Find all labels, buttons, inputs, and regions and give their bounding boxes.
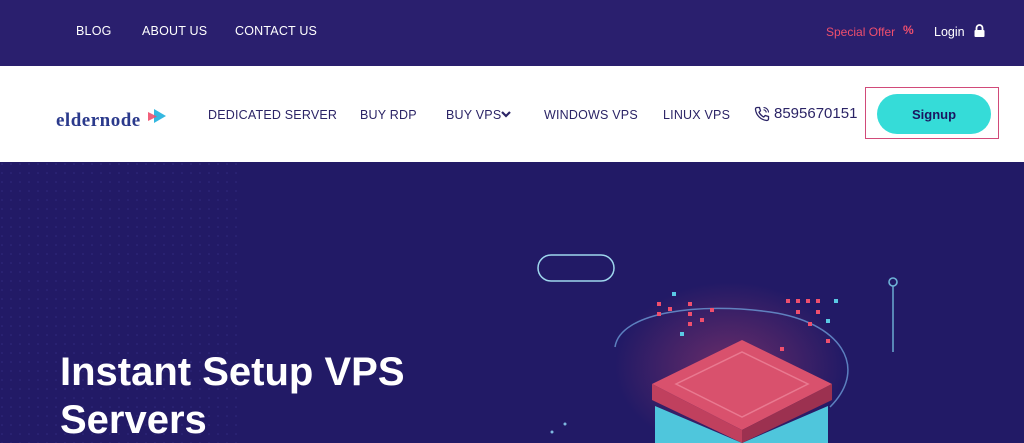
blog-link[interactable]: BLOG bbox=[76, 24, 112, 38]
lock-icon bbox=[974, 24, 985, 37]
percent-icon: % bbox=[903, 23, 914, 37]
nav-windows-vps[interactable]: WINDOWS VPS bbox=[544, 108, 638, 122]
hero-section: Instant Setup VPS Servers bbox=[0, 162, 1024, 443]
main-nav: eldernode DEDICATED SERVER BUY RDP BUY V… bbox=[0, 66, 1024, 162]
svg-text:eldernode: eldernode bbox=[56, 110, 141, 130]
login-link[interactable]: Login bbox=[934, 25, 965, 39]
phone-number[interactable]: 8595670151 bbox=[774, 105, 857, 122]
hero-title-line-2: Servers bbox=[60, 398, 207, 442]
nav-linux-vps[interactable]: LINUX VPS bbox=[663, 108, 730, 122]
nav-dedicated-server[interactable]: DEDICATED SERVER bbox=[208, 108, 337, 122]
nav-buy-vps[interactable]: BUY VPS bbox=[446, 108, 501, 122]
nav-buy-rdp[interactable]: BUY RDP bbox=[360, 108, 417, 122]
chevron-down-icon[interactable] bbox=[501, 109, 511, 119]
eldernode-logo[interactable]: eldernode bbox=[56, 106, 170, 130]
special-offer-link[interactable]: Special Offer bbox=[826, 25, 895, 39]
signup-button[interactable]: Signup bbox=[877, 94, 991, 134]
phone-icon bbox=[754, 106, 770, 122]
contact-us-link[interactable]: CONTACT US bbox=[235, 24, 317, 38]
about-us-link[interactable]: ABOUT US bbox=[142, 24, 207, 38]
hero-title-line-1: Instant Setup VPS bbox=[60, 350, 405, 394]
hero-title: Instant Setup VPS Servers bbox=[60, 348, 480, 443]
top-bar: BLOG ABOUT US CONTACT US Special Offer %… bbox=[0, 0, 1024, 66]
